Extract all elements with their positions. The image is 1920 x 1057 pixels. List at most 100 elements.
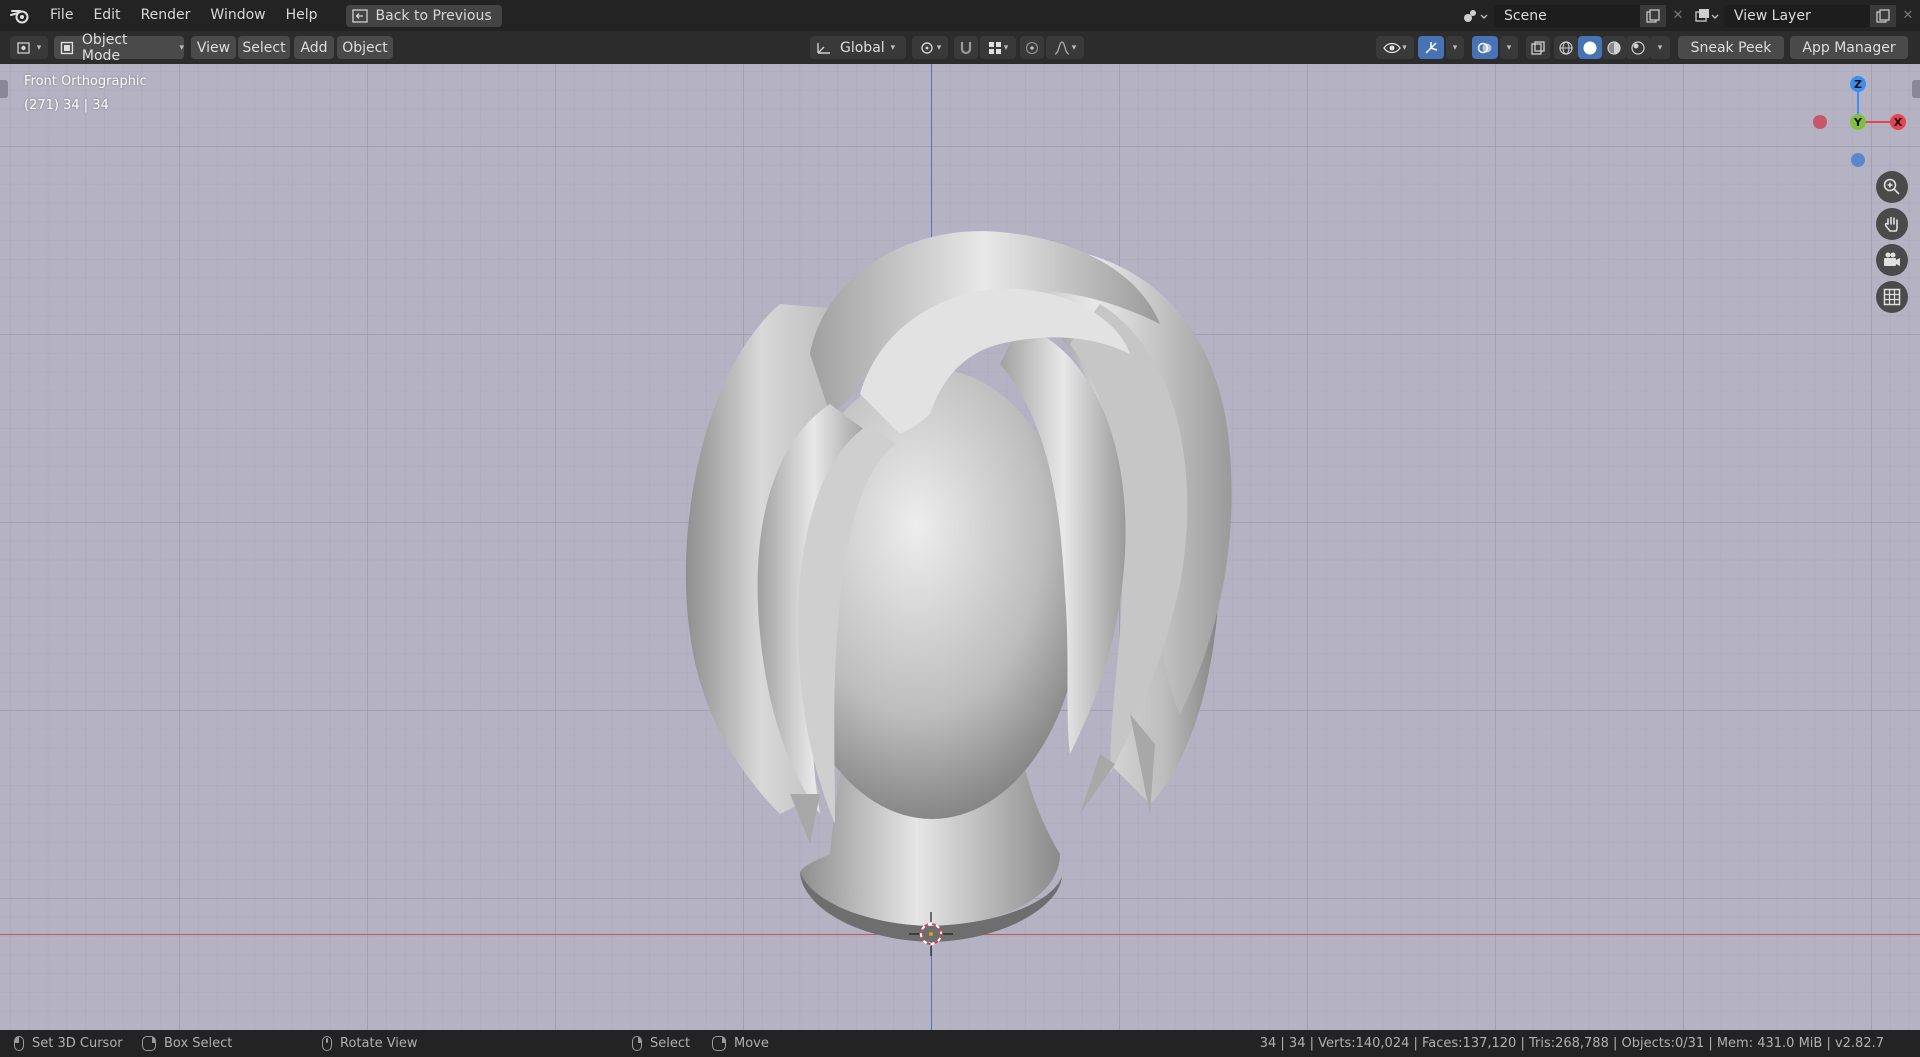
- xray-toggle[interactable]: [1526, 36, 1550, 59]
- falloff-curve-icon: [1054, 40, 1069, 55]
- editor-type-button[interactable]: ▾: [10, 36, 48, 59]
- overlays-toggle[interactable]: [1472, 36, 1498, 59]
- proportional-falloff-dropdown[interactable]: ▾: [1046, 36, 1084, 59]
- gizmo-z-label: Z: [1854, 78, 1862, 91]
- shading-rendered-button[interactable]: [1626, 36, 1650, 59]
- status-rotate-view-label: Rotate View: [340, 1036, 418, 1051]
- status-move-label: Move: [734, 1036, 769, 1051]
- pan-view-button[interactable]: [1876, 208, 1908, 240]
- xray-icon: [1531, 40, 1545, 55]
- hand-icon: [1884, 216, 1898, 232]
- snap-grid-icon: [988, 41, 1001, 54]
- camera-view-button[interactable]: [1876, 244, 1908, 276]
- menu-render[interactable]: Render: [131, 0, 201, 31]
- status-select-label: Select: [650, 1036, 691, 1051]
- menu-help[interactable]: Help: [276, 0, 328, 31]
- scene-icon[interactable]: [1456, 5, 1494, 27]
- status-box-select-label: Box Select: [164, 1036, 233, 1051]
- magnet-icon: [960, 41, 972, 54]
- material-sphere-icon: [1607, 40, 1621, 55]
- view-name-label: Front Orthographic: [24, 74, 147, 89]
- mouse-middle-icon: [322, 1036, 332, 1051]
- proportional-icon: [1025, 41, 1039, 54]
- transform-orientation-dropdown[interactable]: Global ▾: [810, 36, 906, 59]
- status-set-cursor-label: Set 3D Cursor: [32, 1036, 123, 1051]
- pivot-icon: [921, 41, 933, 54]
- eye-icon: [1383, 42, 1402, 53]
- mouse-drag-icon: [142, 1036, 156, 1051]
- transform-orientation-label: Global: [840, 39, 885, 56]
- shading-material-button[interactable]: [1602, 36, 1626, 59]
- solid-sphere-icon: [1583, 41, 1597, 54]
- view-layer-selector[interactable]: View Layer ✕: [1690, 4, 1920, 27]
- menu-select[interactable]: Select: [238, 36, 290, 59]
- frame-info-label: (271) 34 | 34: [24, 98, 109, 113]
- back-to-previous-label: Back to Previous: [375, 7, 492, 24]
- back-to-previous-button[interactable]: Back to Previous: [345, 4, 502, 27]
- mouse-right-icon: [632, 1036, 642, 1051]
- shading-dropdown[interactable]: ▾: [1650, 36, 1670, 59]
- menu-object[interactable]: Object: [337, 36, 393, 59]
- status-bar: Set 3D Cursor Box Select Rotate View Sel…: [0, 1030, 1920, 1057]
- scene-close-icon[interactable]: ✕: [1666, 5, 1690, 27]
- overlays-icon: [1477, 42, 1492, 53]
- gizmo-neg-z: [1851, 153, 1865, 167]
- visibility-dropdown[interactable]: ▾: [1376, 36, 1414, 59]
- status-box-select: Box Select: [142, 1030, 232, 1057]
- gizmo-y-label: Y: [1853, 116, 1863, 129]
- toolbar-expand-handle[interactable]: [0, 80, 8, 98]
- mouse-right-drag-icon: [712, 1036, 726, 1051]
- view-layer-name-field[interactable]: View Layer: [1724, 4, 1870, 27]
- editor-type-icon: [17, 41, 30, 54]
- object-mode-icon: [60, 41, 74, 54]
- zoom-view-button[interactable]: [1876, 171, 1908, 203]
- menu-add[interactable]: Add: [294, 36, 334, 59]
- status-select: Select: [632, 1030, 690, 1057]
- wireframe-sphere-icon: [1559, 40, 1573, 55]
- navigation-gizmo[interactable]: Z Y X: [1800, 70, 1920, 180]
- proportional-edit-toggle[interactable]: [1020, 36, 1044, 59]
- gizmo-neg-x: [1813, 115, 1827, 129]
- app-manager-button[interactable]: App Manager: [1790, 36, 1908, 59]
- snap-target-dropdown[interactable]: ▾: [980, 36, 1016, 59]
- view-layer-copy-icon[interactable]: [1870, 4, 1896, 27]
- object-mode-label: Object Mode: [81, 31, 128, 64]
- gizmo-toggle[interactable]: [1418, 36, 1444, 59]
- gizmo-x-label: X: [1894, 116, 1903, 129]
- zoom-icon: [1883, 178, 1900, 195]
- top-menu-bar: File Edit Render Window Help Back to Pre…: [0, 0, 1920, 31]
- shading-wireframe-button[interactable]: [1554, 36, 1578, 59]
- pivot-point-dropdown[interactable]: ▾: [912, 36, 948, 59]
- snap-toggle[interactable]: [954, 36, 978, 59]
- menu-file[interactable]: File: [40, 0, 83, 31]
- overlays-dropdown[interactable]: ▾: [1500, 36, 1518, 59]
- grid-icon: [1883, 288, 1901, 306]
- viewport-header: ▾ Object Mode ▾ View Select Add Object G…: [0, 31, 1920, 64]
- 3d-viewport[interactable]: Front Orthographic (271) 34 | 34: [0, 64, 1920, 1030]
- ortho-perspective-toggle-button[interactable]: [1876, 281, 1908, 313]
- object-mode-dropdown[interactable]: Object Mode ▾: [54, 32, 184, 64]
- gizmo-icon: [1425, 41, 1438, 54]
- status-set-cursor: Set 3D Cursor: [14, 1030, 123, 1057]
- scene-statistics: 34 | 34 | Verts:140,024 | Faces:137,120 …: [1259, 1036, 1884, 1051]
- blender-logo-icon[interactable]: [0, 0, 40, 31]
- shading-solid-button[interactable]: [1578, 36, 1602, 59]
- view-layer-icon[interactable]: [1690, 5, 1724, 27]
- sneak-peek-button[interactable]: Sneak Peek: [1678, 36, 1784, 59]
- status-move: Move: [712, 1030, 769, 1057]
- gizmo-dropdown[interactable]: ▾: [1446, 36, 1464, 59]
- orientation-icon: [817, 42, 830, 54]
- view-layer-close-icon[interactable]: ✕: [1896, 5, 1920, 27]
- head-hair-model[interactable]: [660, 154, 1250, 1030]
- scene-selector[interactable]: Scene ✕: [1456, 4, 1690, 27]
- status-rotate-view: Rotate View: [322, 1030, 418, 1057]
- back-icon: [351, 8, 368, 23]
- scene-copy-icon[interactable]: [1640, 4, 1666, 27]
- menu-window[interactable]: Window: [200, 0, 275, 31]
- scene-name-field[interactable]: Scene: [1494, 4, 1640, 27]
- mouse-left-icon: [14, 1036, 24, 1051]
- menu-view[interactable]: View: [191, 36, 236, 59]
- camera-icon: [1884, 252, 1900, 266]
- rendered-sphere-icon: [1631, 40, 1645, 55]
- menu-edit[interactable]: Edit: [83, 0, 130, 31]
